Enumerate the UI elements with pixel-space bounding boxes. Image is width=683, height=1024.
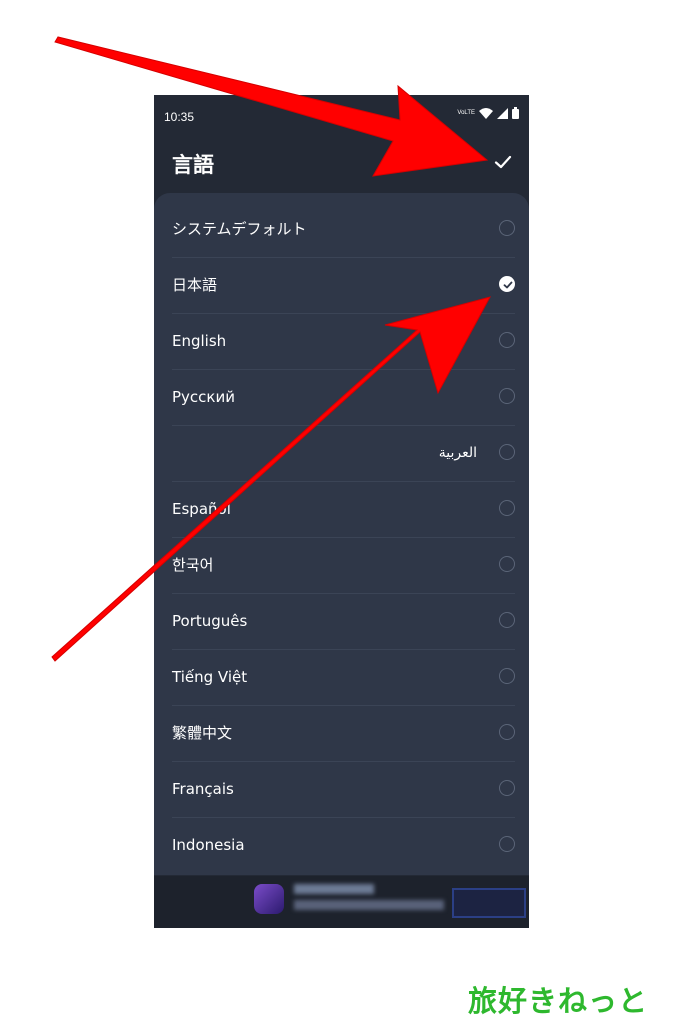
arrow-diagonal-icon	[51, 296, 491, 662]
annotation-arrows	[51, 36, 491, 662]
watermark-logo: 旅好きねっと	[468, 984, 649, 1018]
arrow-top-icon	[54, 36, 489, 177]
